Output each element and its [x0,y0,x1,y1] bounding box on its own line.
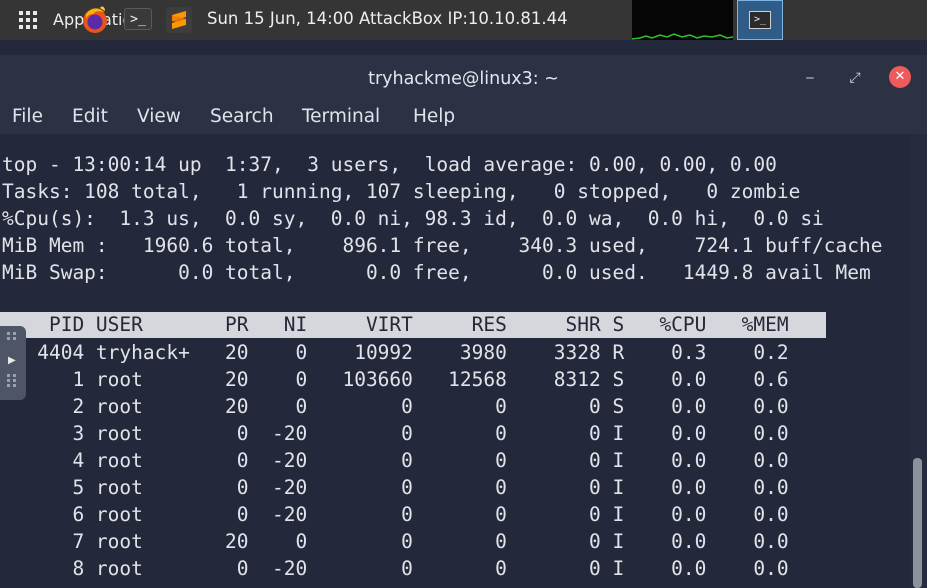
menu-help[interactable]: Help [413,104,455,130]
window-title: tryhackme@linux3: ~ [368,69,559,89]
process-row: 2 root 20 0 0 0 0 S 0.0 0.0 [2,395,789,418]
process-row: 4 root 0 -20 0 0 0 I 0.0 0.0 [2,449,789,472]
minimize-button[interactable]: ‒ [799,67,821,89]
app-grid-icon[interactable] [19,11,37,29]
terminal-icon: >_ [749,11,771,29]
process-table-header: PID USER PR NI VIRT RES SHR S %CPU %MEM [2,313,789,336]
grip-dots-icon [7,332,19,344]
system-monitor-graph[interactable] [632,0,733,40]
menu-terminal[interactable]: Terminal [302,104,380,130]
grip-dots-icon [7,374,19,387]
menu-bar: File Edit View Search Terminal Help [0,100,927,134]
terminal-output[interactable]: top - 13:00:14 up 1:37, 3 users, load av… [0,134,910,588]
terminal-launcher-icon[interactable]: >_ [124,8,152,30]
process-row: 5 root 0 -20 0 0 0 I 0.0 0.0 [2,476,789,499]
close-button[interactable]: ✕ [889,66,911,88]
arrow-right-icon: ▶ [8,355,16,366]
process-row: 8 root 0 -20 0 0 0 I 0.0 0.0 [2,557,789,580]
menu-edit[interactable]: Edit [72,104,108,130]
clock-and-ip: Sun 15 Jun, 14:00 AttackBox IP:10.10.81.… [207,9,568,28]
process-row: 6 root 0 -20 0 0 0 I 0.0 0.0 [2,503,789,526]
window-titlebar[interactable]: tryhackme@linux3: ~ ‒ ⤢ [0,55,927,100]
top-mem-line: MiB Mem : 1960.6 total, 896.1 free, 340.… [2,234,883,257]
menu-search[interactable]: Search [210,104,274,130]
top-tasks-line: Tasks: 108 total, 1 running, 107 sleepin… [2,180,801,203]
maximize-button[interactable]: ⤢ [844,67,866,89]
firefox-icon[interactable] [80,5,110,35]
top-panel: Applications >_ Sun 15 Jun, 14:00 Attack… [0,0,927,40]
scrollbar-thumb[interactable] [913,458,922,588]
top-swap-line: MiB Swap: 0.0 total, 0.0 free, 0.0 used.… [2,261,871,284]
side-panel-toggle[interactable]: ▶ [0,326,26,400]
process-row: 1 root 20 0 103660 12568 8312 S 0.0 0.6 [2,368,789,391]
sublime-text-icon[interactable] [166,7,192,33]
process-row: 4404 tryhack+ 20 0 10992 3980 3328 R 0.3… [2,341,789,364]
menu-file[interactable]: File [12,104,43,130]
menu-view[interactable]: View [137,104,181,130]
process-row: 3 root 0 -20 0 0 0 I 0.0 0.0 [2,422,789,445]
process-row: 7 root 20 0 0 0 0 I 0.0 0.0 [2,530,789,553]
top-cpu-line: %Cpu(s): 1.3 us, 0.0 sy, 0.0 ni, 98.3 id… [2,207,824,230]
terminal-taskbar-button[interactable]: >_ [737,0,783,40]
top-uptime-line: top - 13:00:14 up 1:37, 3 users, load av… [2,153,777,176]
